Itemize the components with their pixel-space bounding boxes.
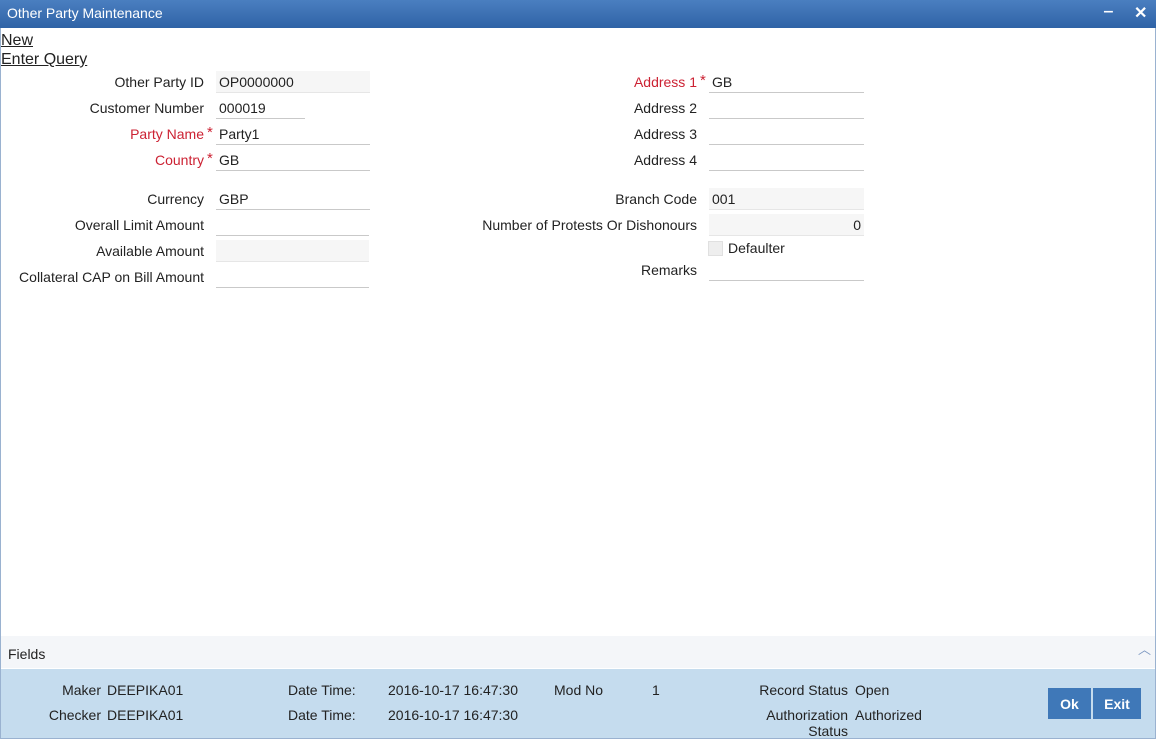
required-marker: * — [207, 124, 213, 141]
ok-button[interactable]: Ok — [1048, 688, 1091, 719]
protests-field[interactable] — [709, 214, 864, 236]
collateral-cap-label: Collateral CAP on Bill Amount — [19, 269, 204, 285]
minimize-icon[interactable]: ‒ — [1104, 3, 1113, 21]
branch-code-label: Branch Code — [615, 191, 697, 207]
address4-label: Address 4 — [633, 152, 697, 168]
address2-label: Address 2 — [633, 100, 697, 116]
currency-field[interactable] — [216, 188, 370, 210]
protests-label: Number of Protests Or Dishonours — [482, 217, 697, 233]
address3-label: Address 3 — [633, 126, 697, 142]
address1-field[interactable] — [709, 71, 864, 93]
maker-label: Maker — [62, 682, 101, 698]
record-status-label: Record Status — [759, 682, 848, 698]
remarks-field[interactable] — [709, 259, 864, 281]
record-status-value: Open — [855, 682, 890, 698]
required-marker: * — [207, 150, 213, 167]
close-icon[interactable]: ✕ — [1134, 3, 1147, 23]
country-label: Country — [154, 152, 204, 168]
other-party-id-field[interactable] — [216, 71, 370, 93]
authorization-status-label-2: Status — [808, 723, 848, 739]
checker-value: DEEPIKA01 — [107, 707, 184, 723]
collateral-cap-field[interactable] — [216, 266, 369, 288]
exit-button[interactable]: Exit — [1093, 688, 1141, 719]
remarks-label: Remarks — [640, 262, 697, 278]
new-link[interactable]: New — [1, 32, 33, 50]
maker-value: DEEPIKA01 — [107, 682, 184, 698]
audit-footer: Maker DEEPIKA01 Checker DEEPIKA01 Date T… — [1, 669, 1155, 739]
currency-label: Currency — [147, 191, 204, 207]
customer-number-label: Customer Number — [89, 100, 204, 116]
checker-datetime-value: 2016-10-17 16:47:30 — [388, 707, 518, 723]
mod-no-value: 1 — [652, 682, 660, 698]
other-party-id-label: Other Party ID — [114, 74, 204, 90]
overall-limit-label: Overall Limit Amount — [74, 217, 204, 233]
defaulter-label: Defaulter — [728, 240, 785, 256]
chevron-up-icon[interactable]: ︿ — [1138, 639, 1151, 658]
overall-limit-field[interactable] — [216, 214, 369, 236]
required-marker: * — [700, 72, 706, 89]
checker-datetime-label: Date Time: — [288, 707, 356, 723]
address3-field[interactable] — [709, 123, 864, 145]
fields-label: Fields — [8, 646, 46, 662]
mod-no-label: Mod No — [554, 682, 604, 698]
maker-datetime-label: Date Time: — [288, 682, 356, 698]
title-bar: Other Party Maintenance ‒ ✕ — [0, 0, 1156, 28]
customer-number-field[interactable] — [216, 97, 305, 119]
defaulter-checkbox[interactable] — [708, 241, 723, 256]
fields-section[interactable]: Fields ︿ — [1, 636, 1155, 668]
address1-label: Address 1 — [633, 74, 697, 90]
party-name-field[interactable] — [216, 123, 370, 145]
available-amount-field[interactable] — [216, 240, 369, 262]
branch-code-field[interactable] — [709, 188, 864, 210]
party-name-label: Party Name — [130, 126, 204, 142]
checker-label: Checker — [48, 707, 101, 723]
address4-field[interactable] — [709, 149, 864, 171]
authorization-status-label: Authorization — [766, 707, 848, 723]
authorization-status-value: Authorized — [855, 707, 922, 723]
window-title: Other Party Maintenance — [7, 5, 163, 21]
enter-query-link[interactable]: Enter Query — [1, 51, 87, 69]
country-field[interactable] — [216, 149, 370, 171]
available-amount-label: Available Amount — [96, 243, 204, 259]
maker-datetime-value: 2016-10-17 16:47:30 — [388, 682, 518, 698]
address2-field[interactable] — [709, 97, 864, 119]
